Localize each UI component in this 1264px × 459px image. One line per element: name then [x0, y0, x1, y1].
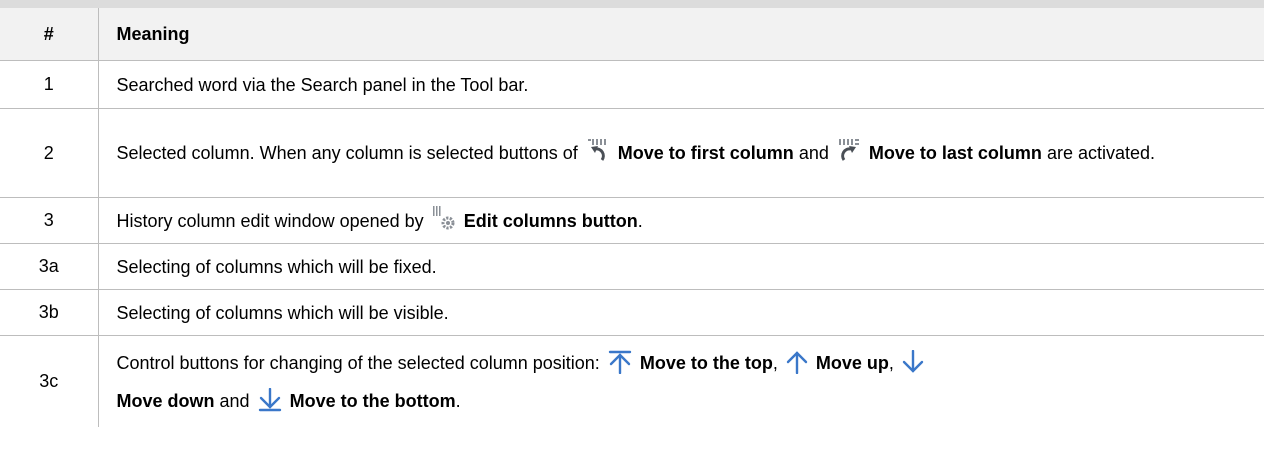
row-text: ,: [772, 352, 778, 373]
table-row: 3c Control buttons for changing of the s…: [0, 335, 1264, 427]
row-bold-label: Move to last column: [868, 143, 1042, 163]
row-text: .: [455, 390, 461, 411]
move-to-last-column-icon: [836, 138, 862, 164]
row-text: History column edit window opened by: [116, 210, 424, 231]
row-number: 1: [0, 60, 99, 109]
move-up-icon: [785, 350, 809, 374]
move-to-first-column-icon: [585, 138, 611, 164]
header-number: #: [0, 8, 99, 61]
table-row: 1 Searched word via the Search panel in …: [0, 60, 1264, 109]
row-meaning: Control buttons for changing of the sele…: [97, 335, 1264, 427]
row-text: and: [798, 143, 829, 163]
row-text: are activated.: [1046, 143, 1155, 163]
top-divider: [0, 0, 1264, 8]
header-meaning: Meaning: [97, 8, 1264, 61]
edit-columns-icon: [431, 205, 457, 232]
row-meaning: Selected column. When any column is sele…: [97, 108, 1264, 198]
row-bold-label: Move up: [815, 352, 889, 373]
row-text: .: [637, 210, 643, 231]
table-header-row: # Meaning: [0, 8, 1264, 61]
row-number: 3b: [0, 289, 99, 336]
row-bold-label: Move to first column: [617, 143, 794, 163]
table-row: 3 History column edit window opened by E…: [0, 197, 1264, 244]
row-meaning: History column edit window opened by Edi…: [97, 197, 1264, 244]
meaning-table: # Meaning 1 Searched word via the Search…: [0, 8, 1264, 427]
row-number: 3: [0, 197, 99, 244]
row-text: ,: [888, 352, 894, 373]
row-text: and: [219, 390, 250, 411]
row-bold-label: Move to the top: [639, 352, 773, 373]
row-bold-label: Move down: [116, 390, 215, 411]
row-number: 3c: [0, 335, 99, 427]
row-number: 3a: [0, 243, 99, 290]
move-to-top-icon: [607, 350, 633, 374]
move-down-icon: [901, 349, 925, 374]
table-row: 2 Selected column. When any column is se…: [0, 108, 1264, 198]
row-bold-label: Edit columns button: [463, 210, 638, 231]
table-row: 3a Selecting of columns which will be fi…: [0, 243, 1264, 290]
row-meaning: Selecting of columns which will be visib…: [97, 289, 1264, 336]
row-bold-label: Move to the bottom: [289, 390, 456, 411]
move-to-bottom-icon: [257, 387, 283, 412]
row-text: Selected column. When any column is sele…: [116, 143, 578, 163]
row-meaning: Searched word via the Search panel in th…: [97, 60, 1264, 109]
table-row: 3b Selecting of columns which will be vi…: [0, 289, 1264, 336]
row-text: Control buttons for changing of the sele…: [116, 352, 600, 373]
row-meaning: Selecting of columns which will be fixed…: [97, 243, 1264, 290]
row-number: 2: [0, 108, 99, 198]
